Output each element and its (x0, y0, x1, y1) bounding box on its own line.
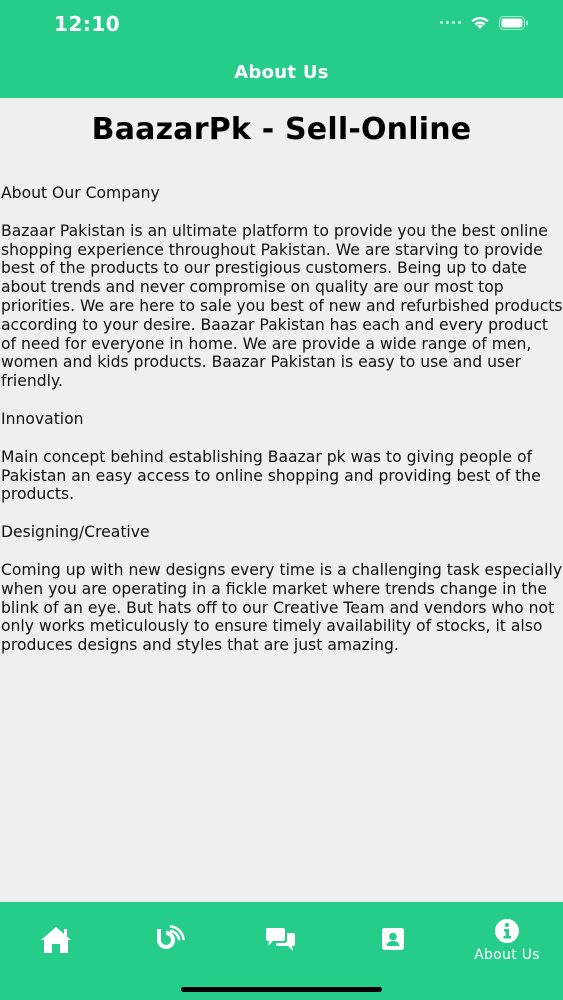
section-body-designing: Coming up with new designs every time is… (1, 560, 563, 655)
tab-about-label: About Us (474, 946, 540, 963)
section-heading-about: About Our Company (1, 184, 160, 202)
status-icons (440, 15, 529, 30)
section-heading-innovation: Innovation (1, 409, 84, 428)
home-indicator (181, 987, 382, 992)
header-bar: 12:10 About Us (0, 0, 563, 98)
blog-icon (157, 925, 185, 949)
company-title: BaazarPk - Sell-Online (91, 112, 472, 147)
section-body-innovation: Main concept behind establishing Baazar … (1, 447, 541, 504)
tab-blog[interactable] (112, 910, 224, 970)
tab-bar: About Us (0, 902, 563, 1000)
page-title: About Us (234, 62, 329, 83)
tab-home[interactable] (0, 910, 112, 970)
info-icon (495, 918, 519, 943)
status-bar: 12:10 (0, 0, 563, 52)
battery-icon (499, 15, 528, 30)
tab-contact[interactable] (337, 910, 449, 970)
wifi-icon (471, 16, 489, 29)
tab-about[interactable]: About Us (451, 910, 563, 970)
status-time: 12:10 (54, 12, 121, 36)
chat-icon (266, 928, 295, 951)
contact-icon (382, 928, 404, 950)
section-body-about: Bazaar Pakistan is an ultimate platform … (1, 221, 563, 391)
signal-icon (440, 21, 461, 24)
home-icon (41, 927, 71, 953)
section-heading-designing: Designing/Creative (1, 523, 150, 542)
about-content[interactable]: BaazarPk - Sell-Online About Our Company… (0, 98, 563, 902)
tab-chat[interactable] (225, 910, 337, 970)
